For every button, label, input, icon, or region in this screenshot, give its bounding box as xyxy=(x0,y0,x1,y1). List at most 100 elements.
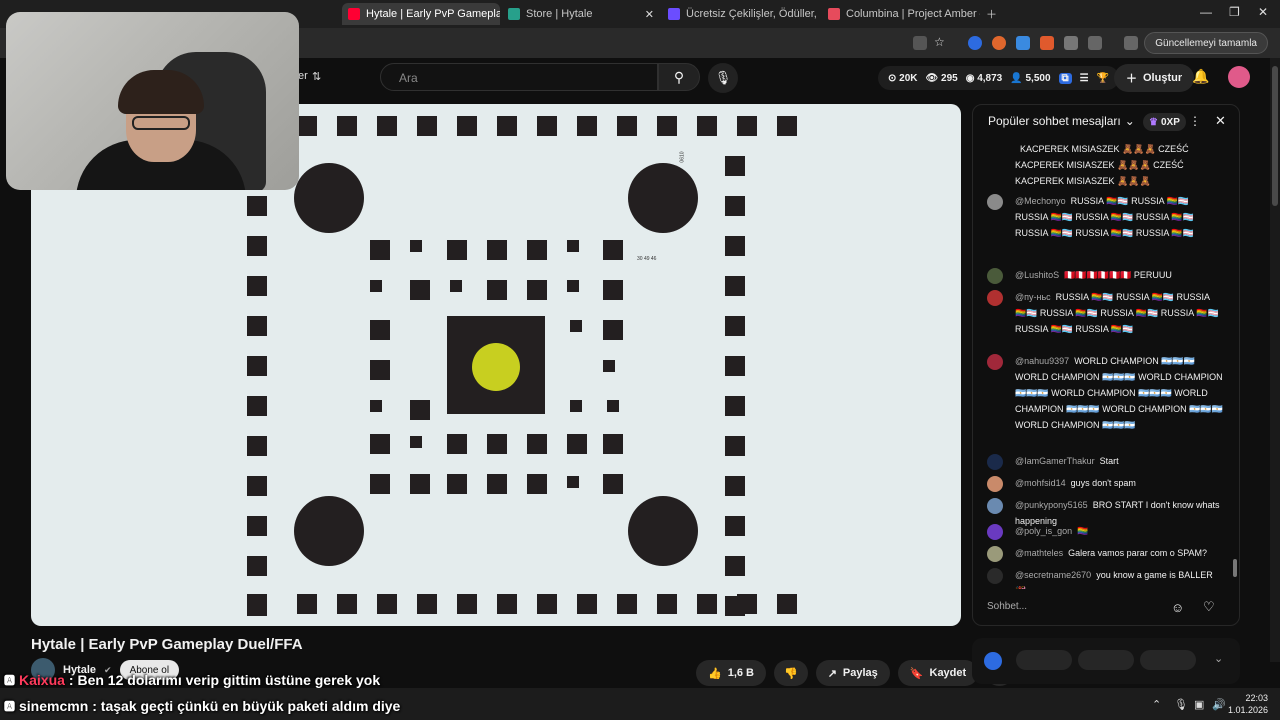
tab-cekilisler[interactable]: Ücretsiz Çekilişler, Ödüller, Üye ✕ xyxy=(662,3,820,25)
trophy-icon[interactable]: 🏆 xyxy=(1097,73,1109,84)
chat-scrollbar-thumb[interactable] xyxy=(1233,559,1237,577)
voice-search-button[interactable]: 🎙 xyxy=(708,63,738,93)
chat-text: Galera vamos parar com o SPAM? xyxy=(1068,548,1208,558)
chevron-down-icon[interactable]: ⌄ xyxy=(1214,652,1223,665)
chat-author-avatar[interactable] xyxy=(987,454,1003,470)
cast-icon[interactable] xyxy=(913,36,927,50)
extension-pill[interactable] xyxy=(1078,650,1134,670)
views-stat: ⊙ 20K xyxy=(888,72,918,84)
chat-author[interactable]: @LushitoS xyxy=(1015,270,1059,280)
mic-tray-icon[interactable]: 🎙 xyxy=(1174,698,1188,711)
save-button[interactable]: 🔖 Kaydet xyxy=(897,660,979,686)
minimize-icon[interactable]: — xyxy=(1200,5,1212,19)
star-icon[interactable]: ☆ xyxy=(934,35,948,49)
tray-expand-icon[interactable]: ⌃ xyxy=(1152,698,1161,711)
clock[interactable]: 22:03 1.01.2026 xyxy=(1228,692,1268,716)
dislike-button[interactable]: 👎 xyxy=(774,660,808,686)
search-input[interactable]: Ara xyxy=(380,63,658,91)
chat-author-avatar[interactable] xyxy=(987,354,1003,370)
chat-messages[interactable]: KACPEREK MISIASZEK 🧸🧸🧸 CZEŚĆ KACPEREK MI… xyxy=(973,141,1235,589)
chat-message[interactable]: @secretname2670 you know a game is BALLER… xyxy=(987,567,1223,589)
chat-author[interactable]: @poly_is_gon xyxy=(1015,526,1072,536)
heart-icon[interactable]: ♡ xyxy=(1203,599,1215,615)
map-block xyxy=(370,434,390,454)
map-block xyxy=(417,116,437,136)
stat-value: 5,500 xyxy=(1025,72,1051,84)
chat-author-avatar[interactable] xyxy=(987,476,1003,492)
puzzle-icon[interactable] xyxy=(1088,36,1102,50)
chat-author-avatar[interactable] xyxy=(987,194,1003,210)
chat-mode-label[interactable]: Popüler sohbet mesajları xyxy=(988,114,1121,128)
chat-author[interactable]: @Mechonyo xyxy=(1015,196,1066,206)
chat-author-avatar[interactable] xyxy=(987,498,1003,514)
chat-author[interactable]: @secretname2670 xyxy=(1015,570,1091,580)
user-avatar[interactable] xyxy=(1228,66,1250,88)
map-block xyxy=(577,116,597,136)
tab-hytale-store[interactable]: Store | Hytale ✕ xyxy=(502,3,660,25)
chat-message[interactable]: @LushitoS 🇵🇪🇵🇪🇵🇪🇵🇪🇵🇪🇵🇪 PERUUU xyxy=(987,267,1223,284)
scrollbar-thumb[interactable] xyxy=(1272,66,1278,206)
reading-list-icon[interactable] xyxy=(1124,36,1138,50)
new-tab-button[interactable]: ＋ xyxy=(980,3,1000,25)
chat-message[interactable]: @nahuu9397 WORLD CHAMPION 🇦🇷🇦🇷🇦🇷 WORLD CH… xyxy=(987,353,1223,433)
chevron-down-icon[interactable]: ⌄ xyxy=(1125,114,1135,128)
more-options-icon[interactable]: ⋮ xyxy=(1189,114,1201,128)
search-button[interactable]: ⚲ xyxy=(658,63,700,91)
chat-scrollbar[interactable] xyxy=(1232,139,1238,585)
map-block xyxy=(410,474,430,494)
chat-message[interactable]: @Mechonyo RUSSIA 🏳️‍🌈🏳️‍⚧️ RUSSIA 🏳️‍🌈🏳️‍… xyxy=(987,193,1223,241)
xp-badge[interactable]: ♛ 0XP xyxy=(1143,113,1186,131)
stats-pill: ⊙ 20K 👁 295 ◉ 4,873 👤 5,500 ⧉ ☰ 🏆 xyxy=(878,66,1120,90)
volume-tray-icon[interactable]: 🔊 xyxy=(1212,698,1226,711)
extension-pill[interactable] xyxy=(1140,650,1196,670)
map-block xyxy=(777,594,797,614)
chat-author[interactable]: @mathteles xyxy=(1015,548,1063,558)
like-button[interactable]: 👍 1,6 B xyxy=(696,660,766,686)
restore-icon[interactable]: ❐ xyxy=(1229,5,1240,19)
chat-author[interactable]: @mohfsid14 xyxy=(1015,478,1066,488)
chat-message[interactable]: @poly_is_gon 🏳️‍🌈 xyxy=(987,523,1223,540)
chat-author[interactable]: @пу-ньс xyxy=(1015,292,1051,302)
tab-hytale-video[interactable]: Hytale | Early PvP Gameplay ✕ xyxy=(342,3,500,25)
tab-project-amber[interactable]: Columbina | Project Amber — ✕ xyxy=(822,3,980,25)
watching-stat: ◉ 4,873 xyxy=(965,72,1003,84)
filter-icon[interactable]: ⇅ xyxy=(312,70,321,83)
create-button[interactable]: ＋ Oluştur xyxy=(1114,64,1195,92)
chat-message[interactable]: @mohfsid14 guys don't spam xyxy=(987,475,1223,492)
close-chat-icon[interactable]: ✕ xyxy=(1215,113,1226,129)
chat-author-avatar[interactable] xyxy=(987,290,1003,306)
extension-badge-icon[interactable]: ⧉ xyxy=(1058,72,1072,84)
close-window-icon[interactable]: ✕ xyxy=(1258,5,1268,19)
extension-icon[interactable] xyxy=(992,36,1006,50)
extension-icon[interactable] xyxy=(1016,36,1030,50)
chat-message[interactable]: KACPEREK MISIASZEK 🧸🧸🧸 CZEŚĆ KACPEREK MI… xyxy=(987,141,1223,189)
site-icon xyxy=(668,8,680,20)
chat-message[interactable]: @IamGamerThakur Start xyxy=(987,453,1223,470)
map-block xyxy=(527,474,547,494)
list-icon[interactable]: ☰ xyxy=(1080,73,1089,84)
extension-icon[interactable] xyxy=(1040,36,1054,50)
map-block xyxy=(417,594,437,614)
page-scrollbar[interactable] xyxy=(1270,58,1280,662)
chat-author[interactable]: @punkypony5165 xyxy=(1015,500,1088,510)
emoji-icon[interactable]: ☺ xyxy=(1171,600,1184,615)
extension-icon[interactable] xyxy=(984,652,1002,670)
share-button[interactable]: ↗ Paylaş xyxy=(815,660,890,686)
chat-author-avatar[interactable] xyxy=(987,546,1003,562)
chat-author-avatar[interactable] xyxy=(987,568,1003,584)
chat-message[interactable]: @пу-ньс RUSSIA 🏳️‍🌈🏳️‍⚧️ RUSSIA 🏳️‍🌈🏳️‍⚧️… xyxy=(987,289,1223,337)
chat-author[interactable]: @nahuu9397 xyxy=(1015,356,1069,366)
chat-author-avatar[interactable] xyxy=(987,268,1003,284)
chat-author[interactable]: @IamGamerThakur xyxy=(1015,456,1095,466)
map-block xyxy=(737,116,757,136)
update-button[interactable]: Güncellemeyi tamamla xyxy=(1144,32,1268,54)
display-tray-icon[interactable]: ▣ xyxy=(1194,698,1204,711)
chat-message[interactable]: @mathteles Galera vamos parar com o SPAM? xyxy=(987,545,1223,562)
extension-icon[interactable] xyxy=(968,36,982,50)
extension-pill[interactable] xyxy=(1016,650,1072,670)
close-tab-icon[interactable]: ✕ xyxy=(639,8,654,21)
chat-author-avatar[interactable] xyxy=(987,524,1003,540)
chat-input[interactable]: Sohbet... xyxy=(987,595,1175,619)
notifications-bell-icon[interactable]: 🔔 xyxy=(1192,68,1209,85)
extension-icon[interactable] xyxy=(1064,36,1078,50)
